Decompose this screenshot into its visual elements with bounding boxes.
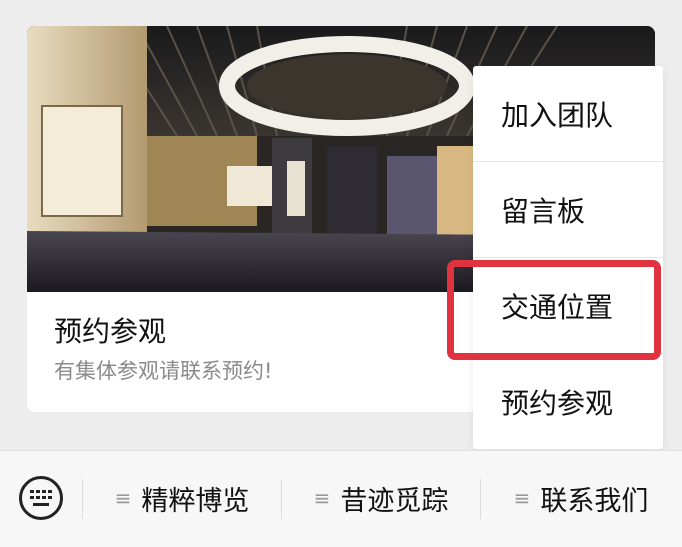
keyboard-toggle-button[interactable] xyxy=(16,473,66,523)
menu-item-book-visit[interactable]: 预约参观 xyxy=(473,354,663,449)
list-menu-icon: ≡ xyxy=(114,486,132,510)
menu-item-join-team[interactable]: 加入团队 xyxy=(473,66,663,161)
bar-divider xyxy=(480,479,481,519)
nav-item-contact[interactable]: ≡ 联系我们 xyxy=(482,465,680,531)
list-menu-icon: ≡ xyxy=(513,486,531,510)
menu-item-message-board[interactable]: 留言板 xyxy=(473,162,663,257)
card-title: 预约参观 xyxy=(54,315,167,348)
nav-item-label: 昔迹觅踪 xyxy=(340,485,449,517)
nav-item-label: 精粹博览 xyxy=(141,485,250,517)
nav-item-highlights[interactable]: ≡ 精粹博览 xyxy=(84,465,280,531)
menu-item-traffic-location[interactable]: 交通位置 xyxy=(473,258,663,353)
bottom-menu-bar: ≡ 精粹博览 ≡ 昔迹觅踪 ≡ 联系我们 xyxy=(0,450,682,547)
nav-item-history[interactable]: ≡ 昔迹觅踪 xyxy=(283,465,479,531)
list-menu-icon: ≡ xyxy=(313,486,331,510)
nav-item-label: 联系我们 xyxy=(540,485,649,517)
popup-menu: 加入团队 留言板 交通位置 预约参观 xyxy=(473,66,663,449)
keyboard-icon xyxy=(19,476,63,520)
bar-divider xyxy=(82,479,83,519)
card-description: 有集体参观请联系预约! xyxy=(54,359,273,383)
bar-divider xyxy=(281,479,282,519)
